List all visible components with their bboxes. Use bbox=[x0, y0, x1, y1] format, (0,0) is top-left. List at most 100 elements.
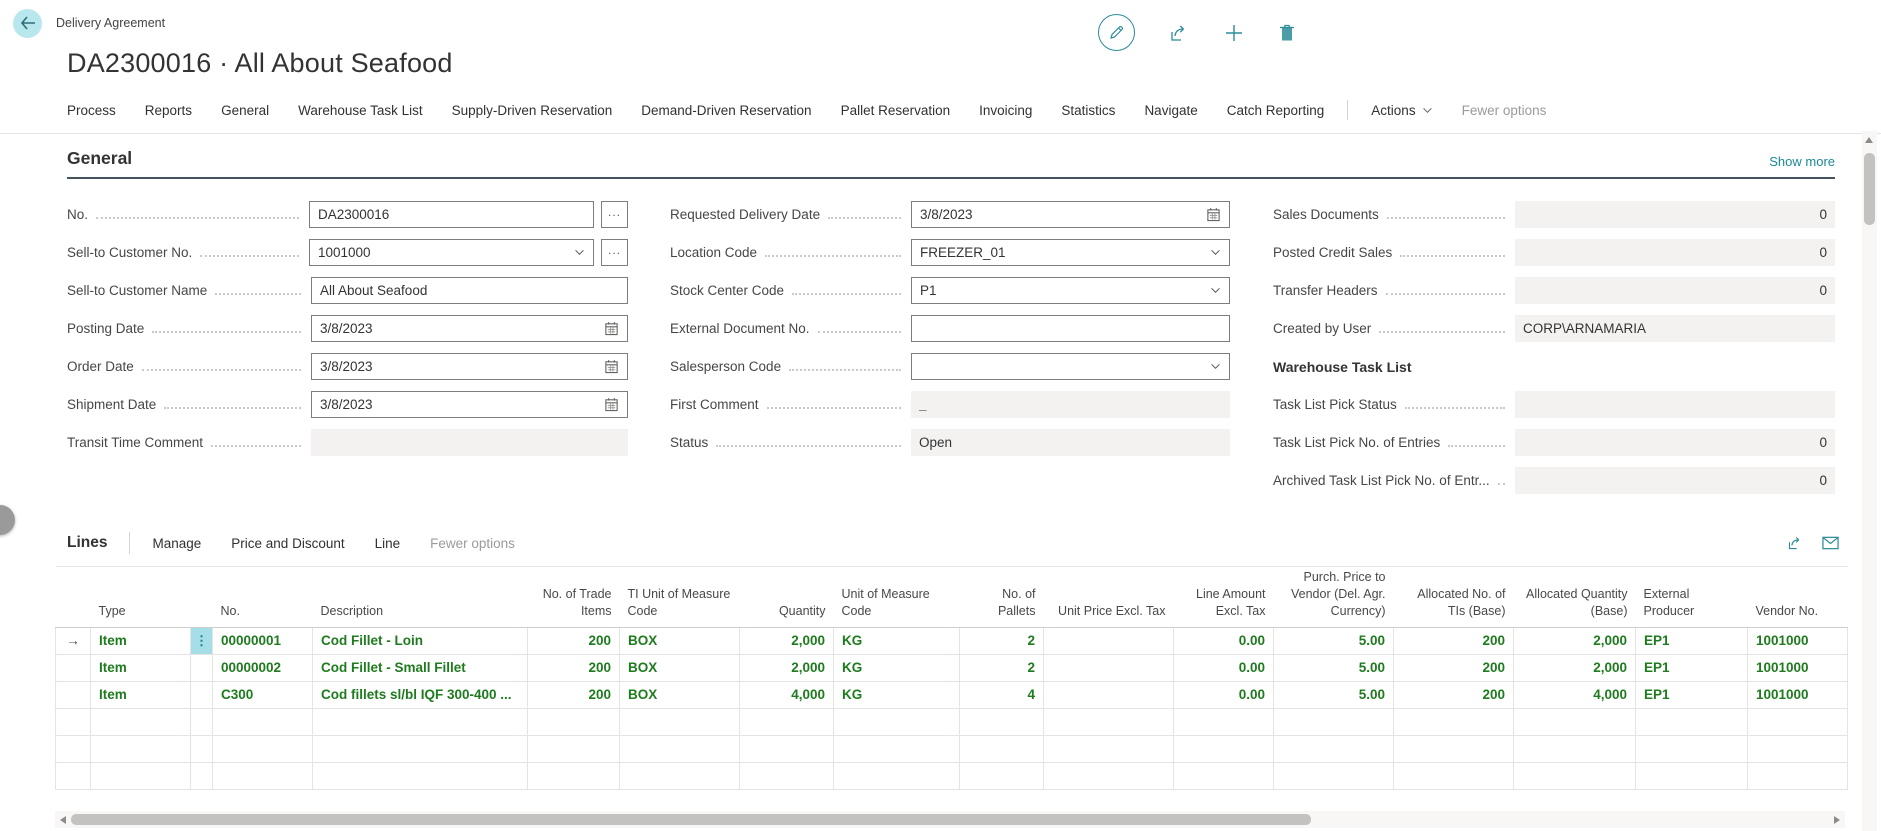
vertical-scroll-thumb[interactable] bbox=[1864, 153, 1875, 225]
cell-no-of-trade-items[interactable]: 200 bbox=[528, 654, 620, 681]
cell-unit-price-excl-tax[interactable] bbox=[1044, 654, 1174, 681]
cell-unit-price-excl-tax[interactable] bbox=[1044, 627, 1174, 654]
empty-cell[interactable] bbox=[834, 708, 960, 735]
empty-cell[interactable] bbox=[1748, 735, 1848, 762]
empty-cell[interactable] bbox=[740, 708, 834, 735]
field-posting-date[interactable]: 3/8/2023 bbox=[311, 315, 628, 342]
lines-fewer-options[interactable]: Fewer options bbox=[430, 536, 515, 551]
empty-cell[interactable] bbox=[1394, 762, 1514, 789]
column-header-type[interactable]: Type bbox=[91, 567, 191, 628]
column-header-external-producer[interactable]: External Producer bbox=[1636, 567, 1748, 628]
ribbon-item-statistics[interactable]: Statistics bbox=[1061, 103, 1115, 118]
cell-unit-of-measure-code[interactable]: KG bbox=[834, 627, 960, 654]
empty-cell[interactable] bbox=[1274, 762, 1394, 789]
column-header-vendor-no[interactable]: Vendor No. bbox=[1748, 567, 1848, 628]
field-location-code[interactable]: FREEZER_01 bbox=[911, 239, 1230, 266]
empty-cell[interactable] bbox=[1044, 762, 1174, 789]
ribbon-item-catch-reporting[interactable]: Catch Reporting bbox=[1227, 103, 1325, 118]
show-more-link[interactable]: Show more bbox=[1769, 154, 1835, 169]
share-button[interactable] bbox=[1169, 23, 1190, 43]
cell-ti-unit-of-measure-code[interactable]: BOX bbox=[620, 627, 740, 654]
empty-cell[interactable] bbox=[1636, 735, 1748, 762]
ribbon-item-general[interactable]: General bbox=[221, 103, 269, 118]
empty-cell[interactable] bbox=[213, 708, 313, 735]
cell-unit-of-measure-code[interactable]: KG bbox=[834, 654, 960, 681]
cell-type[interactable]: Item bbox=[91, 627, 191, 654]
collapsed-panel-handle[interactable] bbox=[0, 505, 15, 535]
empty-cell[interactable] bbox=[1636, 762, 1748, 789]
chevron-down-icon[interactable] bbox=[1210, 363, 1221, 370]
field-stock-center-code[interactable]: P1 bbox=[911, 277, 1230, 304]
cell-line-amount-excl-tax[interactable]: 0.00 bbox=[1174, 627, 1274, 654]
empty-cell[interactable] bbox=[1044, 735, 1174, 762]
empty-cell[interactable] bbox=[191, 762, 213, 789]
empty-cell[interactable] bbox=[1174, 708, 1274, 735]
cell-allocated-quantity-base[interactable]: 2,000 bbox=[1514, 627, 1636, 654]
cell-allocated-no-of-tis-base[interactable]: 200 bbox=[1394, 654, 1514, 681]
row-selector[interactable] bbox=[56, 654, 91, 681]
calendar-icon[interactable] bbox=[604, 397, 619, 412]
general-heading[interactable]: General bbox=[67, 148, 132, 169]
cell-quantity[interactable]: 4,000 bbox=[740, 681, 834, 708]
ribbon-item-supply-driven-reservation[interactable]: Supply-Driven Reservation bbox=[452, 103, 613, 118]
empty-cell[interactable] bbox=[1174, 762, 1274, 789]
cell-vendor-no[interactable]: 1001000 bbox=[1748, 681, 1848, 708]
column-header-allocated-no-of-tis-base[interactable]: Allocated No. of TIs (Base) bbox=[1394, 567, 1514, 628]
cell-external-producer[interactable]: EP1 bbox=[1636, 681, 1748, 708]
ribbon-item-reports[interactable]: Reports bbox=[145, 103, 192, 118]
empty-cell[interactable] bbox=[834, 735, 960, 762]
calendar-icon[interactable] bbox=[604, 359, 619, 374]
empty-cell[interactable] bbox=[1174, 735, 1274, 762]
cell-purch-price-to-vendor-del-agr-currency[interactable]: 5.00 bbox=[1274, 681, 1394, 708]
cell-line-amount-excl-tax[interactable]: 0.00 bbox=[1174, 681, 1274, 708]
empty-cell[interactable] bbox=[620, 708, 740, 735]
breadcrumb[interactable]: Delivery Agreement bbox=[56, 16, 165, 30]
empty-cell[interactable] bbox=[1394, 708, 1514, 735]
cell-external-producer[interactable]: EP1 bbox=[1636, 627, 1748, 654]
cell-no-of-trade-items[interactable]: 200 bbox=[528, 681, 620, 708]
empty-cell[interactable] bbox=[528, 708, 620, 735]
cell-line-amount-excl-tax[interactable]: 0.00 bbox=[1174, 654, 1274, 681]
cell-unit-price-excl-tax[interactable] bbox=[1044, 681, 1174, 708]
row-selector[interactable] bbox=[56, 681, 91, 708]
empty-cell[interactable] bbox=[1044, 708, 1174, 735]
ribbon-item-pallet-reservation[interactable]: Pallet Reservation bbox=[841, 103, 951, 118]
cell-description[interactable]: Cod fillets sl/bl IQF 300-400 ... bbox=[313, 681, 528, 708]
empty-cell[interactable] bbox=[213, 762, 313, 789]
column-header-description[interactable]: Description bbox=[313, 567, 528, 628]
delete-button[interactable] bbox=[1278, 23, 1296, 43]
lines-heading[interactable]: Lines bbox=[67, 534, 107, 552]
empty-cell[interactable] bbox=[313, 735, 528, 762]
ribbon-fewer-options[interactable]: Fewer options bbox=[1462, 103, 1547, 118]
cell-no-of-pallets[interactable]: 2 bbox=[960, 627, 1044, 654]
cell-allocated-no-of-tis-base[interactable]: 200 bbox=[1394, 681, 1514, 708]
column-header-no[interactable]: No. bbox=[213, 567, 313, 628]
back-button[interactable] bbox=[13, 9, 42, 38]
column-header-no-of-pallets[interactable]: No. of Pallets bbox=[960, 567, 1044, 628]
empty-cell[interactable] bbox=[1274, 708, 1394, 735]
empty-cell[interactable] bbox=[528, 762, 620, 789]
empty-cell[interactable] bbox=[1514, 735, 1636, 762]
ribbon-item-process[interactable]: Process bbox=[67, 103, 116, 118]
cell-vendor-no[interactable]: 1001000 bbox=[1748, 654, 1848, 681]
field-order-date[interactable]: 3/8/2023 bbox=[311, 353, 628, 380]
empty-cell[interactable] bbox=[56, 735, 91, 762]
cell-no[interactable]: 00000001 bbox=[213, 627, 313, 654]
ribbon-item-warehouse-task-list[interactable]: Warehouse Task List bbox=[298, 103, 423, 118]
ribbon-actions[interactable]: Actions bbox=[1371, 103, 1432, 118]
column-header-line-amount-excl-tax[interactable]: Line Amount Excl. Tax bbox=[1174, 567, 1274, 628]
empty-cell[interactable] bbox=[1394, 735, 1514, 762]
empty-cell[interactable] bbox=[620, 735, 740, 762]
empty-cell[interactable] bbox=[960, 735, 1044, 762]
empty-cell[interactable] bbox=[313, 708, 528, 735]
field-external-document-no[interactable] bbox=[911, 315, 1230, 342]
empty-cell[interactable] bbox=[191, 708, 213, 735]
cell-allocated-quantity-base[interactable]: 2,000 bbox=[1514, 654, 1636, 681]
cell-vendor-no[interactable]: 1001000 bbox=[1748, 627, 1848, 654]
calendar-icon[interactable] bbox=[604, 321, 619, 336]
cell-no[interactable]: 00000002 bbox=[213, 654, 313, 681]
column-header-quantity[interactable]: Quantity bbox=[740, 567, 834, 628]
empty-cell[interactable] bbox=[834, 762, 960, 789]
cell-ti-unit-of-measure-code[interactable]: BOX bbox=[620, 654, 740, 681]
field-sell-to-customer-no[interactable]: 1001000 bbox=[309, 239, 594, 266]
